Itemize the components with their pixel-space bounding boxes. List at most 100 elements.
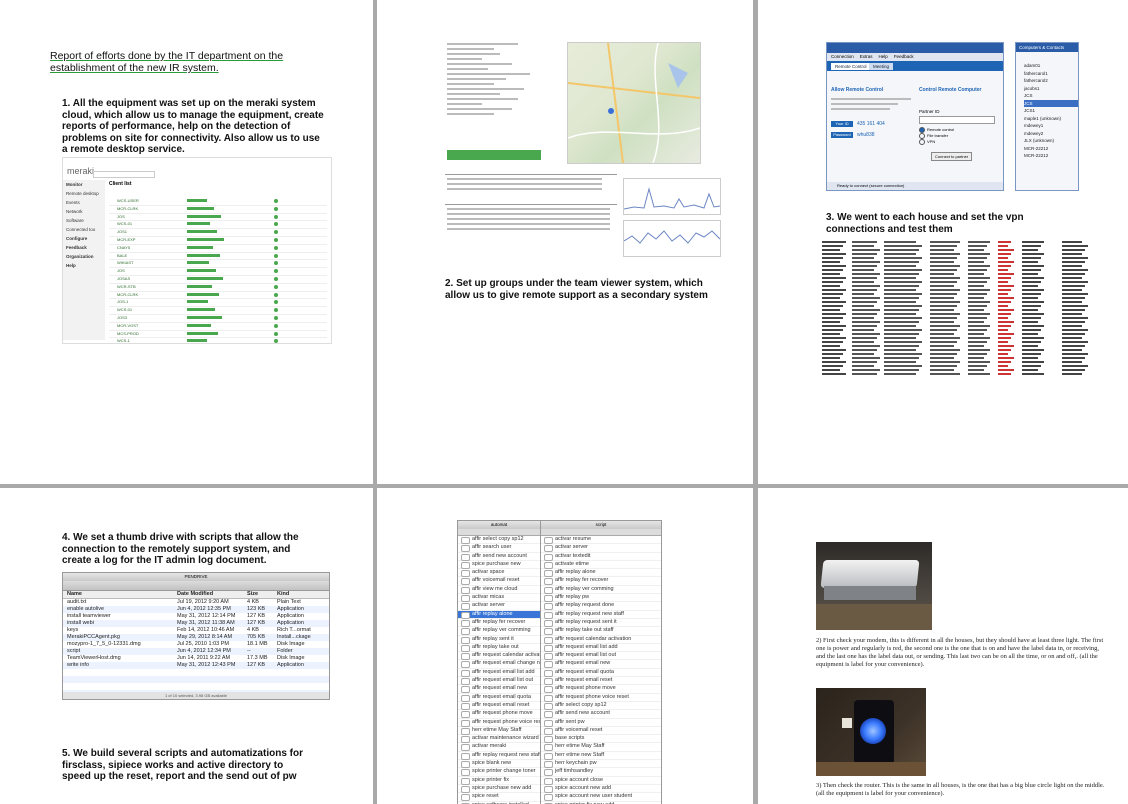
table-row[interactable]: MCS-PROD xyxy=(109,331,327,339)
client-name[interactable]: JOS3 xyxy=(117,315,127,321)
contact-item[interactable]: MCR-22212 xyxy=(1024,145,1078,153)
file-row[interactable]: keys Feb 14, 2012 10:46 AM 4 KB Rich T...or… xyxy=(63,627,329,634)
table-row[interactable]: WCR-STB xyxy=(109,284,327,292)
script-item[interactable]: activar space xyxy=(458,569,540,578)
table-row[interactable]: WCS-1 xyxy=(109,338,327,343)
file-row[interactable]: enable autolive Jun 4, 2012 12:35 PM 123 K… xyxy=(63,606,329,613)
client-name[interactable]: MCR-CLRK xyxy=(117,292,138,298)
script-item[interactable]: spice printer fix xyxy=(458,777,540,785)
script-item[interactable]: affir search user xyxy=(458,544,540,553)
script-item[interactable]: affir request email new xyxy=(458,685,540,694)
script-item[interactable]: affir request email quota xyxy=(541,669,661,678)
meraki-nav-item[interactable]: Remote desktop xyxy=(66,189,105,198)
column-header[interactable]: Size xyxy=(247,591,277,598)
script-item[interactable]: affir request email list out xyxy=(458,677,540,686)
menu-item[interactable]: Connection xyxy=(831,54,854,59)
partner-id-input[interactable] xyxy=(919,116,995,124)
client-name[interactable]: JOS xyxy=(117,268,125,274)
client-name[interactable]: WCR-STB xyxy=(117,284,136,290)
script-item[interactable]: affir send new account xyxy=(541,710,661,719)
column-header[interactable]: Name xyxy=(67,591,177,598)
file-row[interactable]: install webi May 31, 2012 11:38 AM 127 KB A… xyxy=(63,620,329,627)
meraki-nav-item[interactable]: Configure xyxy=(66,234,105,243)
script-item[interactable]: affir select copy sp12 xyxy=(541,702,661,711)
script-item[interactable]: base scripts xyxy=(541,735,661,744)
contact-item[interactable]: maple1 (unknown) xyxy=(1024,115,1078,123)
client-name[interactable]: MCR-CLRK xyxy=(117,206,138,212)
table-row[interactable]: CNAY5 xyxy=(109,245,327,253)
script-item[interactable]: affir request email list add xyxy=(458,669,540,678)
script-item[interactable]: spice printer change toner xyxy=(458,768,540,777)
script-item[interactable]: affir request email list add xyxy=(541,644,661,653)
column-header[interactable]: Kind xyxy=(277,591,327,598)
script-item[interactable]: herr etime May Staff xyxy=(458,727,540,736)
connect-button[interactable]: Connect to partner xyxy=(931,152,973,161)
tab-meeting[interactable]: Meeting xyxy=(869,63,894,70)
script-item[interactable]: affir voicemail reset xyxy=(541,727,661,736)
table-row[interactable]: BALE xyxy=(109,253,327,261)
script-item[interactable]: herr etime May Staff xyxy=(541,743,661,752)
menu-item[interactable]: Help xyxy=(879,54,888,59)
script-item[interactable]: affir send new account xyxy=(458,553,540,561)
table-row[interactable]: JOS xyxy=(109,268,327,276)
table-row[interactable]: JOS1 xyxy=(109,229,327,237)
script-item[interactable]: affir request phone move xyxy=(541,685,661,694)
script-item[interactable]: affir request phone voice reset xyxy=(541,694,661,702)
script-item[interactable]: affir replay fer recover xyxy=(458,619,540,628)
client-name[interactable]: JOS-1 xyxy=(117,299,128,305)
script-item[interactable]: spice account close xyxy=(541,777,661,785)
table-row[interactable]: WIKIAST xyxy=(109,260,327,269)
table-row[interactable]: MCR-CLRK xyxy=(109,292,327,300)
client-name[interactable]: MCR-EXP xyxy=(117,237,135,243)
table-row[interactable]: JOS3 xyxy=(109,315,327,323)
script-item[interactable]: affir replay request sent it xyxy=(541,619,661,628)
meraki-nav-item[interactable]: Feedback xyxy=(66,243,105,252)
script-item[interactable]: affir request email new xyxy=(541,660,661,669)
client-name[interactable]: WCS-01 xyxy=(117,221,132,227)
contact-item[interactable]: JLX (unknown) xyxy=(1024,137,1078,145)
contact-item[interactable]: mdewey2 xyxy=(1024,130,1078,138)
menu-item[interactable]: Feedback xyxy=(894,54,914,59)
client-name[interactable]: MCR-VOST xyxy=(117,323,138,329)
table-row[interactable]: JOS xyxy=(109,214,327,222)
script-item[interactable]: affir request calendar activati xyxy=(458,652,540,661)
contact-item[interactable]: JCS1 xyxy=(1024,107,1078,115)
contact-item[interactable]: jacobs1 xyxy=(1024,85,1078,93)
contact-item[interactable]: fathercarol2 xyxy=(1024,77,1078,85)
client-name[interactable]: WCS-1 xyxy=(117,338,130,343)
meraki-nav-item[interactable]: Organization xyxy=(66,252,105,261)
script-item[interactable]: affir replay alone xyxy=(458,610,540,619)
column-header[interactable]: Date Modified xyxy=(177,591,247,598)
script-item[interactable]: affir voicemail reset xyxy=(458,577,540,586)
file-row[interactable]: TeamViewerHost.dmg Jun 14, 2011 9:22 AM 17… xyxy=(63,655,329,662)
client-name[interactable]: WIKIAST xyxy=(117,260,133,266)
script-item[interactable]: affir replay take out xyxy=(458,644,540,653)
script-item[interactable]: affir replay request done xyxy=(541,602,661,611)
client-name[interactable]: MCS-PROD xyxy=(117,331,139,337)
script-item[interactable]: affir replay ver comming xyxy=(458,627,540,636)
meraki-nav-item[interactable]: Help xyxy=(66,261,105,270)
script-item[interactable]: activar meraki xyxy=(458,743,540,752)
script-item[interactable]: herr etime new Staff xyxy=(541,752,661,761)
script-item[interactable]: activate etime xyxy=(541,561,661,570)
contact-item[interactable]: adam01 xyxy=(1024,62,1078,70)
file-row[interactable]: script Jun 4, 2012 12:34 PM -- Folder xyxy=(63,648,329,655)
script-item[interactable]: activar textedit xyxy=(541,553,661,561)
script-item[interactable]: affir view me cloud xyxy=(458,586,540,595)
script-item[interactable]: affir sent pw xyxy=(541,719,661,727)
script-item[interactable]: activar server xyxy=(458,602,540,611)
script-item[interactable]: spice reset xyxy=(458,793,540,802)
client-name[interactable]: CNAY5 xyxy=(117,245,130,251)
script-item[interactable]: activar resume xyxy=(541,536,661,545)
table-row[interactable]: MCR-VOST xyxy=(109,323,327,331)
script-item[interactable]: affir request email reset xyxy=(458,702,540,711)
script-item[interactable]: affir select copy sp12 xyxy=(458,536,540,545)
connection-option[interactable]: VPN xyxy=(919,139,954,146)
meraki-nav-item[interactable]: Connected too xyxy=(66,225,105,234)
table-row[interactable]: MCR-CLRK xyxy=(109,206,327,214)
script-item[interactable]: affir replay pw xyxy=(541,594,661,603)
meraki-nav-item[interactable]: Network xyxy=(66,207,105,216)
script-item[interactable]: affir replay sent it xyxy=(458,636,540,644)
script-item[interactable]: spice purchase new xyxy=(458,561,540,570)
script-item[interactable]: affir request phone move xyxy=(458,710,540,719)
